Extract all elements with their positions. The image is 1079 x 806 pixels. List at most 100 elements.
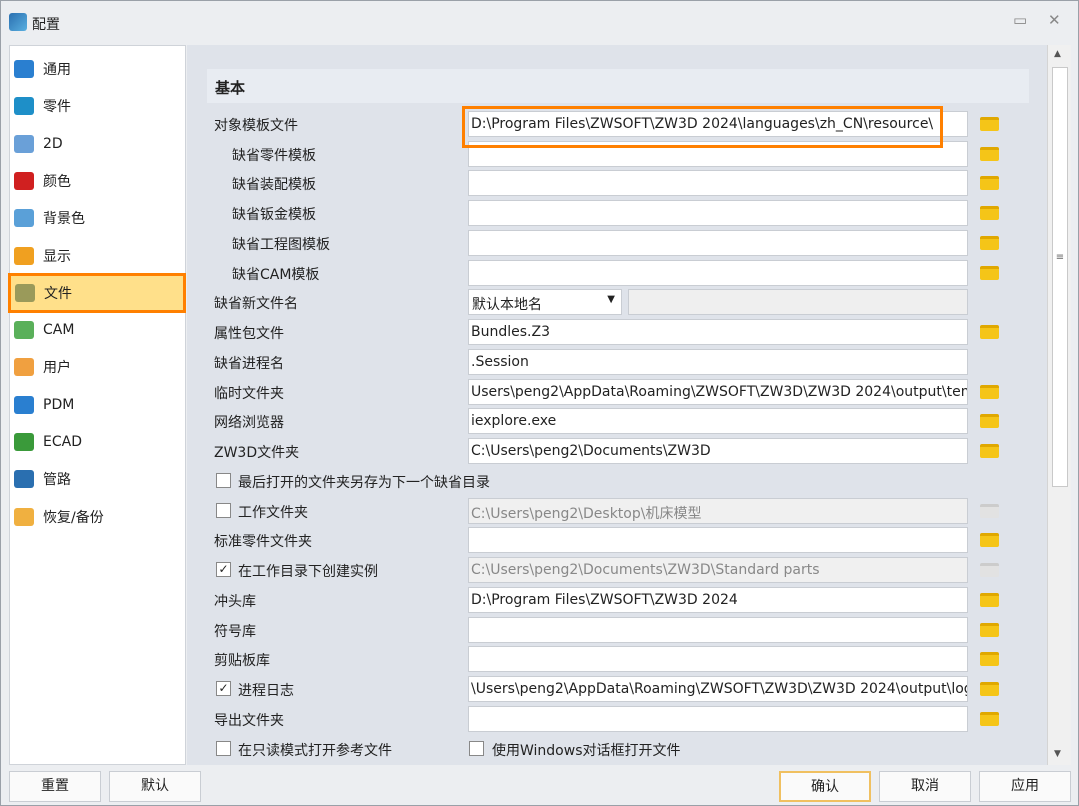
sidebar-item[interactable]: 通用: [10, 52, 185, 86]
folder-browse-icon[interactable]: [980, 206, 999, 221]
sidebar-item-label: CAM: [43, 322, 75, 339]
scroll-down-icon[interactable]: ▼: [1054, 749, 1061, 759]
folder-browse-icon[interactable]: [980, 622, 999, 637]
path-input[interactable]: [468, 616, 968, 643]
drawing-icon: [14, 134, 34, 153]
checkbox[interactable]: ✓: [216, 681, 231, 697]
checkbox[interactable]: [216, 502, 231, 518]
sidebar-item[interactable]: 文件: [8, 272, 186, 313]
filename-dropdown[interactable]: 默认本地名 ▼: [468, 289, 622, 316]
settings-row: 冲头库 D:\Program Files\ZWSOFT\ZW3D 2024: [187, 585, 1047, 615]
title-bar: 配置 ▭ ✕: [1, 1, 1078, 43]
path-input[interactable]: .Session: [468, 348, 968, 375]
field-label: 标准零件文件夹: [214, 534, 312, 551]
sidebar-item-label: 恢复/备份: [43, 509, 104, 526]
folder-browse-icon[interactable]: [980, 384, 999, 399]
display-icon: [14, 246, 34, 265]
reset-button[interactable]: 重置: [9, 771, 101, 802]
path-input[interactable]: [468, 259, 968, 286]
checkbox-label: 在工作目录下创建实例: [238, 564, 378, 581]
sidebar-item-label: 管路: [43, 472, 71, 489]
settings-row: 缺省进程名 .Session: [187, 347, 1047, 377]
sidebar-item[interactable]: PDM: [10, 388, 185, 422]
checkbox-label: 最后打开的文件夹另存为下一个缺省目录: [238, 474, 490, 491]
field-label: 符号库: [214, 623, 256, 640]
field-label: 剪贴板库: [214, 653, 270, 670]
folder-browse-icon[interactable]: [980, 117, 999, 131]
path-input[interactable]: D:\Program Files\ZWSOFT\ZW3D 2024: [468, 586, 968, 613]
settings-row: 最后打开的文件夹另存为下一个缺省目录: [187, 466, 1047, 496]
field-label: 缺省进程名: [214, 355, 284, 372]
settings-row: 网络浏览器 iexplore.exe: [187, 406, 1047, 436]
path-input[interactable]: \Users\peng2\AppData\Roaming\ZWSOFT\ZW3D…: [468, 676, 968, 703]
folder-browse-icon[interactable]: [980, 652, 999, 667]
sidebar-item[interactable]: 用户: [10, 350, 185, 384]
field-label: 缺省钣金模板: [232, 207, 316, 224]
sidebar-item[interactable]: ECAD: [10, 425, 185, 459]
path-input[interactable]: Bundles.Z3: [468, 319, 968, 346]
path-input[interactable]: [468, 646, 968, 673]
path-input[interactable]: iexplore.exe: [468, 408, 968, 435]
sidebar-item[interactable]: 恢复/备份: [10, 500, 185, 534]
scroll-up-icon[interactable]: ▲: [1054, 49, 1061, 59]
sidebar-item[interactable]: 管路: [10, 462, 185, 496]
cam-icon: [14, 321, 34, 340]
checkbox-label: 使用Windows对话框打开文件: [492, 742, 681, 759]
folder-browse-icon[interactable]: [980, 711, 999, 726]
sidebar-item[interactable]: 显示: [10, 239, 185, 273]
folder-browse-icon[interactable]: [980, 682, 999, 697]
field-label: 缺省装配模板: [232, 177, 316, 194]
backup-icon: [14, 507, 34, 526]
checkbox[interactable]: [216, 740, 231, 756]
settings-row: 符号库: [187, 615, 1047, 645]
path-input[interactable]: [468, 527, 968, 554]
ok-button[interactable]: 确认: [779, 771, 871, 802]
folder-browse-icon[interactable]: [980, 325, 999, 340]
comment-icon[interactable]: ▭: [1013, 11, 1027, 29]
scrollbar[interactable]: ▲ ≡ ▼: [1047, 45, 1071, 765]
sidebar-item[interactable]: 2D: [10, 127, 185, 161]
folder-browse-icon[interactable]: [980, 265, 999, 280]
checkbox[interactable]: [469, 740, 484, 756]
field-label: 对象模板文件: [214, 118, 298, 134]
close-icon[interactable]: ✕: [1048, 11, 1061, 29]
chevron-down-icon: ▼: [607, 294, 615, 306]
folder-browse-icon: [980, 563, 999, 578]
path-input[interactable]: Users\peng2\AppData\Roaming\ZWSOFT\ZW3D\…: [468, 378, 968, 405]
field-label: 缺省新文件名: [214, 296, 298, 313]
settings-row: 在只读模式打开参考文件 使用Windows对话框打开文件: [187, 734, 1047, 764]
apply-button[interactable]: 应用: [979, 771, 1071, 802]
settings-row: 属性包文件 Bundles.Z3: [187, 317, 1047, 347]
checkbox-label: 在只读模式打开参考文件: [238, 742, 392, 759]
settings-row: 临时文件夹 Users\peng2\AppData\Roaming\ZWSOFT\…: [187, 377, 1047, 407]
folder-browse-icon[interactable]: [980, 146, 999, 161]
sidebar-item[interactable]: 零件: [10, 89, 185, 123]
default-button[interactable]: 默认: [109, 771, 201, 802]
path-input[interactable]: [468, 170, 968, 197]
sidebar-item[interactable]: CAM: [10, 313, 185, 347]
settings-row: ✓ 在工作目录下创建实例 C:\Users\peng2\Documents\ZW3D…: [187, 555, 1047, 585]
folder-browse-icon[interactable]: [980, 414, 999, 429]
field-label: 缺省零件模板: [232, 147, 316, 164]
path-input[interactable]: [468, 229, 968, 256]
cancel-button[interactable]: 取消: [879, 771, 971, 802]
pdm-icon: [14, 395, 34, 414]
user-icon: [14, 358, 34, 377]
sidebar-item[interactable]: 背景色: [10, 201, 185, 235]
sidebar-item[interactable]: 颜色: [10, 164, 185, 198]
folder-browse-icon[interactable]: [980, 444, 999, 459]
folder-browse-icon[interactable]: [980, 235, 999, 250]
scroll-thumb[interactable]: ≡: [1052, 67, 1068, 487]
folder-browse-icon[interactable]: [980, 533, 999, 548]
section-header: 基本: [207, 69, 1029, 103]
path-input[interactable]: [468, 200, 968, 227]
sidebar-item-label: 用户: [43, 360, 71, 377]
checkbox[interactable]: [216, 472, 231, 488]
checkbox[interactable]: ✓: [216, 562, 231, 578]
folder-browse-icon[interactable]: [980, 592, 999, 607]
palette-icon: [14, 209, 34, 228]
path-input[interactable]: C:\Users\peng2\Documents\ZW3D: [468, 438, 968, 465]
settings-row: 缺省钣金模板: [187, 198, 1047, 228]
path-input[interactable]: [468, 705, 968, 732]
folder-browse-icon[interactable]: [980, 176, 999, 191]
